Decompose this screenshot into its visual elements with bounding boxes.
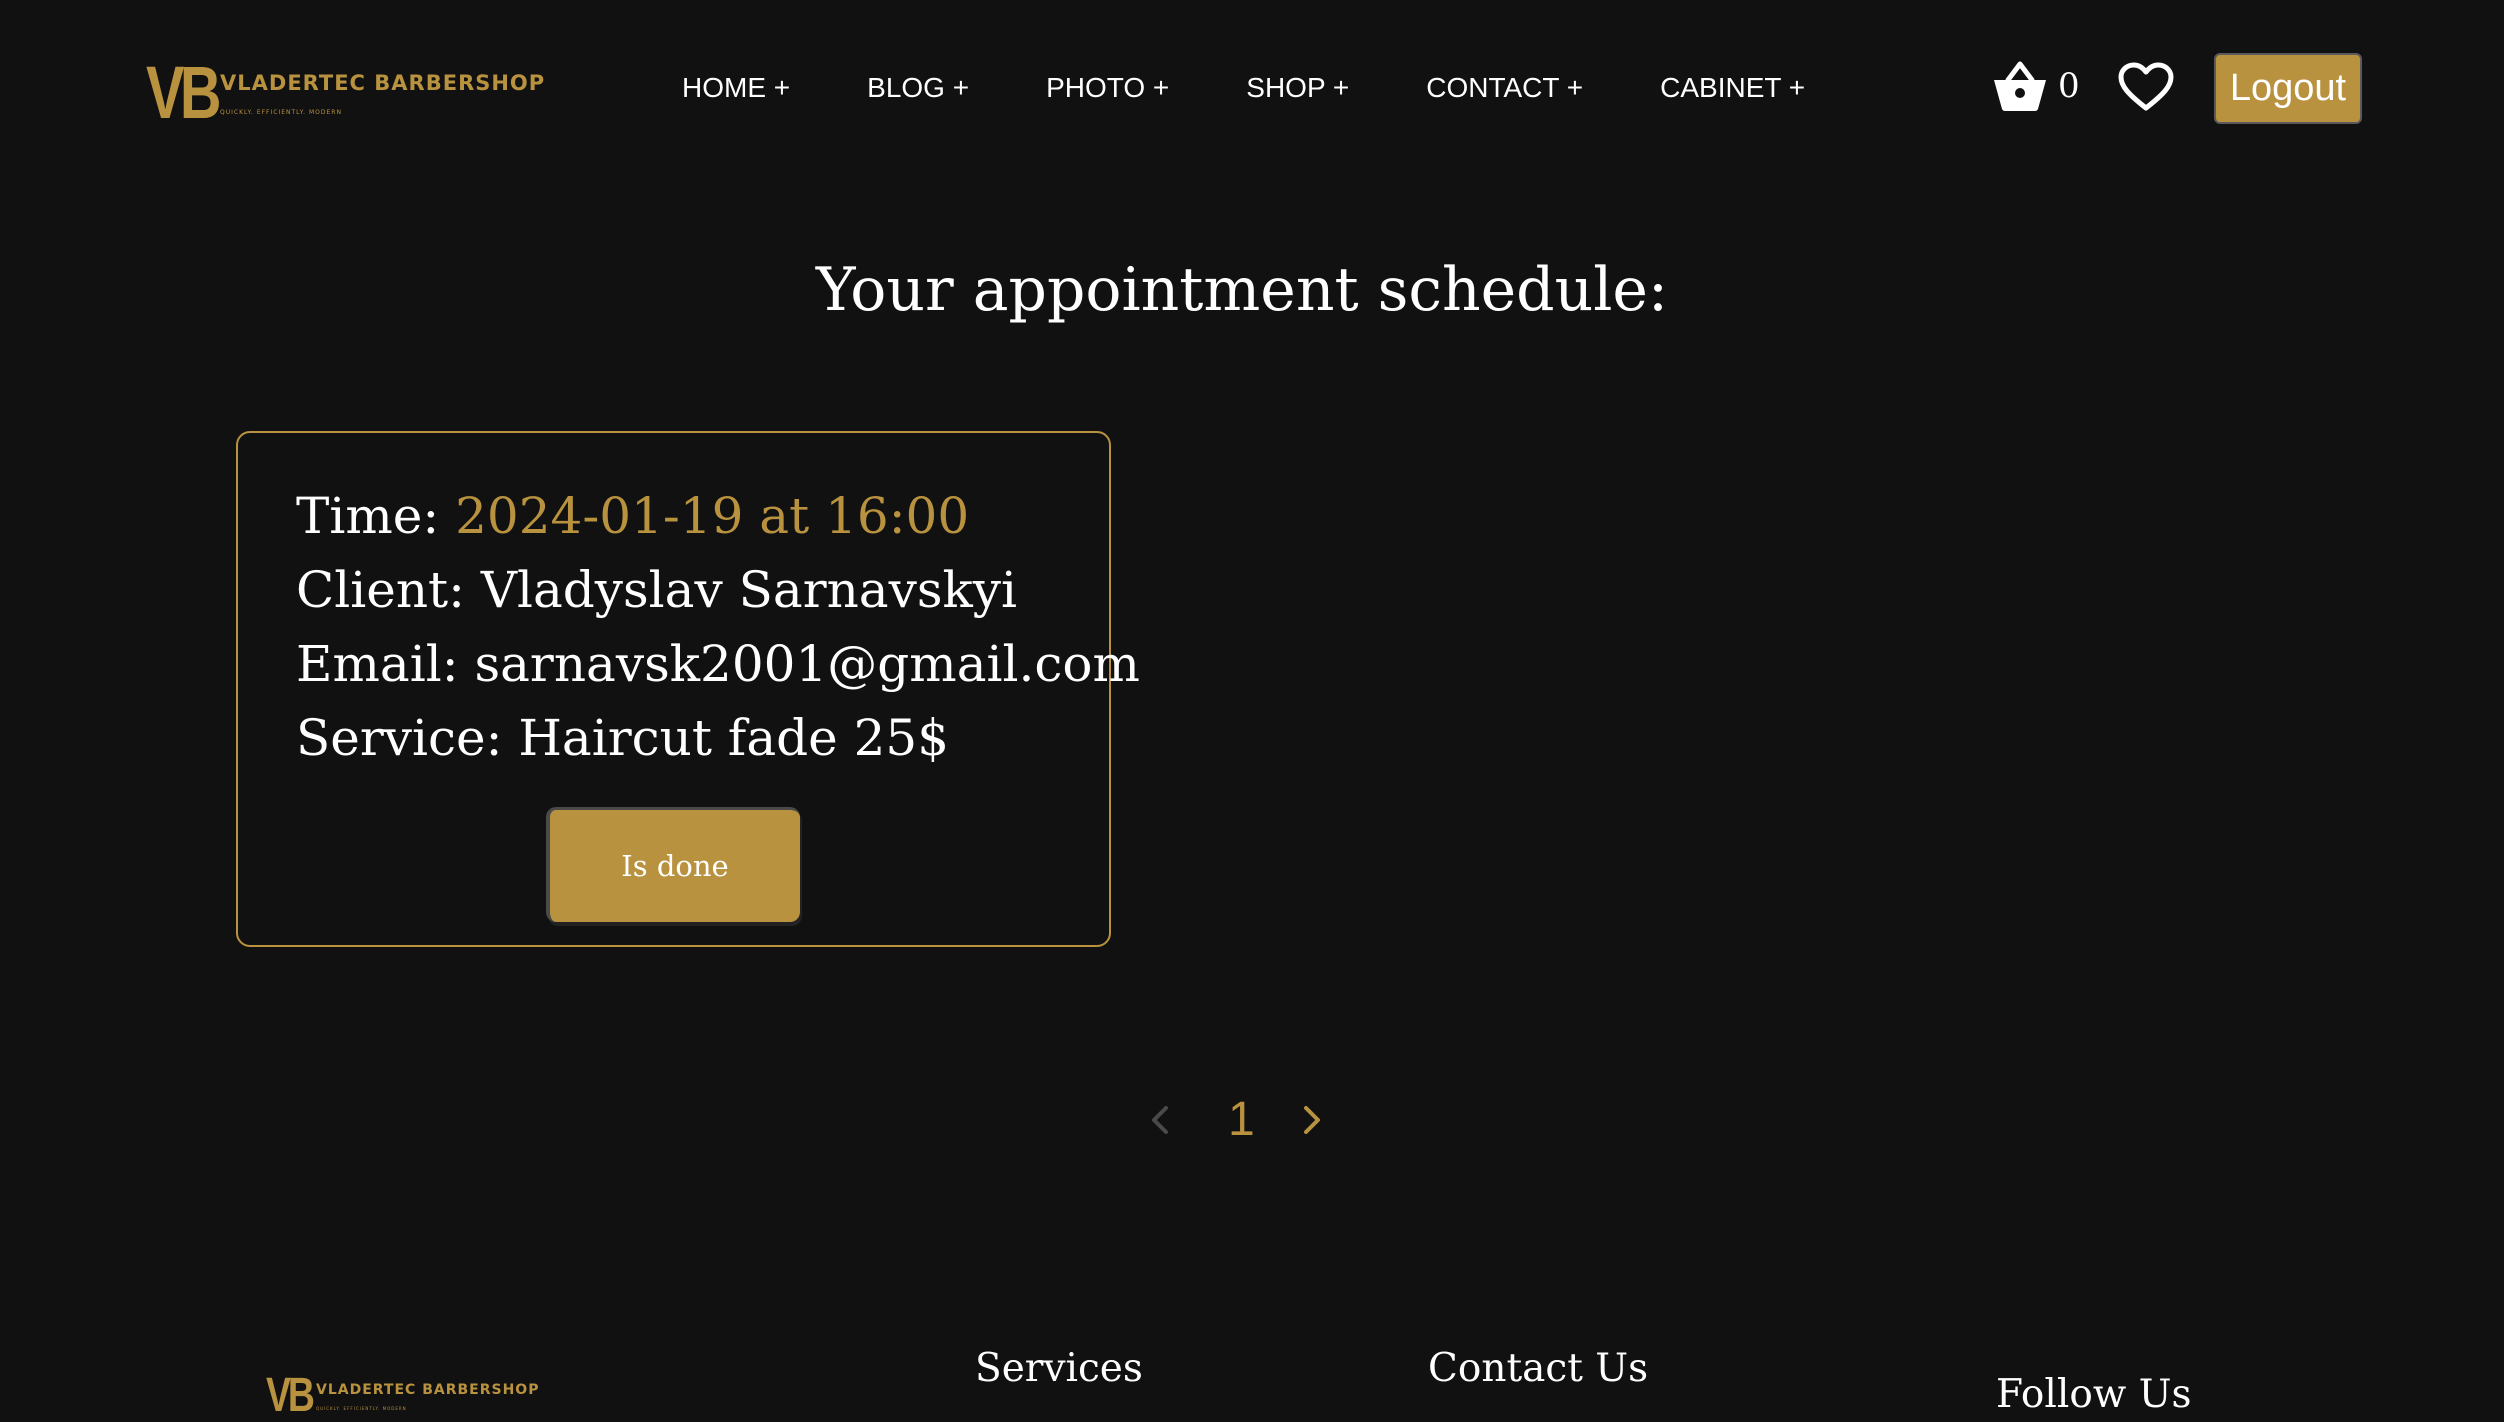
site-logo[interactable]: VB VLADERTEC BARBERSHOP QUICKLY. EFFICIE… xyxy=(146,56,545,130)
pagination-page-1[interactable]: 1 xyxy=(1228,1092,1255,1147)
wishlist-button[interactable] xyxy=(2118,62,2174,117)
footer-logo[interactable]: VB VLADERTEC BARBERSHOP QUICKLY. EFFICIE… xyxy=(266,1372,539,1420)
appointment-card: Time: 2024-01-19 at 16:00 Client: Vladys… xyxy=(236,431,1140,947)
chevron-right-icon xyxy=(1304,1106,1320,1134)
time-value: 2024-01-19 at 16:00 xyxy=(455,487,970,545)
appointment-service: Service: Haircut fade 25$ xyxy=(296,709,950,767)
appointment-client: Client: Vladyslav Sarnavskyi xyxy=(296,561,1018,619)
site-header: VB VLADERTEC BARBERSHOP QUICKLY. EFFICIE… xyxy=(0,0,2504,190)
nav-item-contact[interactable]: CONTACT + xyxy=(1426,72,1583,104)
nav-item-blog[interactable]: BLOG + xyxy=(867,72,969,104)
footer-services-heading: Services xyxy=(975,1346,1143,1391)
nav-item-shop[interactable]: SHOP + xyxy=(1246,72,1349,104)
nav-item-home[interactable]: HOME + xyxy=(682,72,790,104)
pagination-next-button[interactable] xyxy=(1300,1102,1324,1143)
logout-button[interactable]: Logout xyxy=(2214,53,2362,124)
footer-logo-text: VLADERTEC BARBERSHOP QUICKLY. EFFICIENTL… xyxy=(316,1382,539,1411)
logo-name: VLADERTEC BARBERSHOP xyxy=(220,70,546,95)
pagination: 1 xyxy=(1148,1092,1348,1152)
footer-follow-heading: Follow Us xyxy=(1996,1372,2192,1417)
chevron-left-icon xyxy=(1152,1106,1168,1134)
footer-logo-mark: VB xyxy=(266,1369,315,1422)
footer-contact-heading: Contact Us xyxy=(1428,1346,1649,1391)
heart-icon xyxy=(2118,62,2174,111)
time-label: Time: xyxy=(296,487,456,545)
logo-text: VLADERTEC BARBERSHOP QUICKLY. EFFICIENTL… xyxy=(220,71,545,116)
main-nav: HOME + BLOG + PHOTO + SHOP + CONTACT + C… xyxy=(682,72,1882,104)
logo-tagline: QUICKLY. EFFICIENTLY. MODERN xyxy=(220,108,342,116)
appointment-details: Time: 2024-01-19 at 16:00 Client: Vladys… xyxy=(296,479,1140,775)
footer-logo-name: VLADERTEC BARBERSHOP xyxy=(316,1381,540,1398)
cart-count: 0 xyxy=(2058,66,2080,106)
nav-item-cabinet[interactable]: CABINET + xyxy=(1660,72,1805,104)
footer-logo-tagline: QUICKLY. EFFICIENTLY. MODERN xyxy=(316,1405,407,1411)
page-title: Your appointment schedule: xyxy=(815,255,1669,325)
appointment-time: Time: 2024-01-19 at 16:00 xyxy=(296,479,1140,553)
pagination-prev-button[interactable] xyxy=(1148,1102,1172,1143)
is-done-button[interactable]: Is done xyxy=(546,807,800,922)
cart-button[interactable]: 0 xyxy=(1992,60,2080,112)
basket-icon xyxy=(1994,61,2046,111)
appointment-email: Email: sarnavsk2001@gmail.com xyxy=(296,635,1140,693)
nav-item-photo[interactable]: PHOTO + xyxy=(1046,72,1169,104)
logo-mark: VB xyxy=(146,51,222,134)
